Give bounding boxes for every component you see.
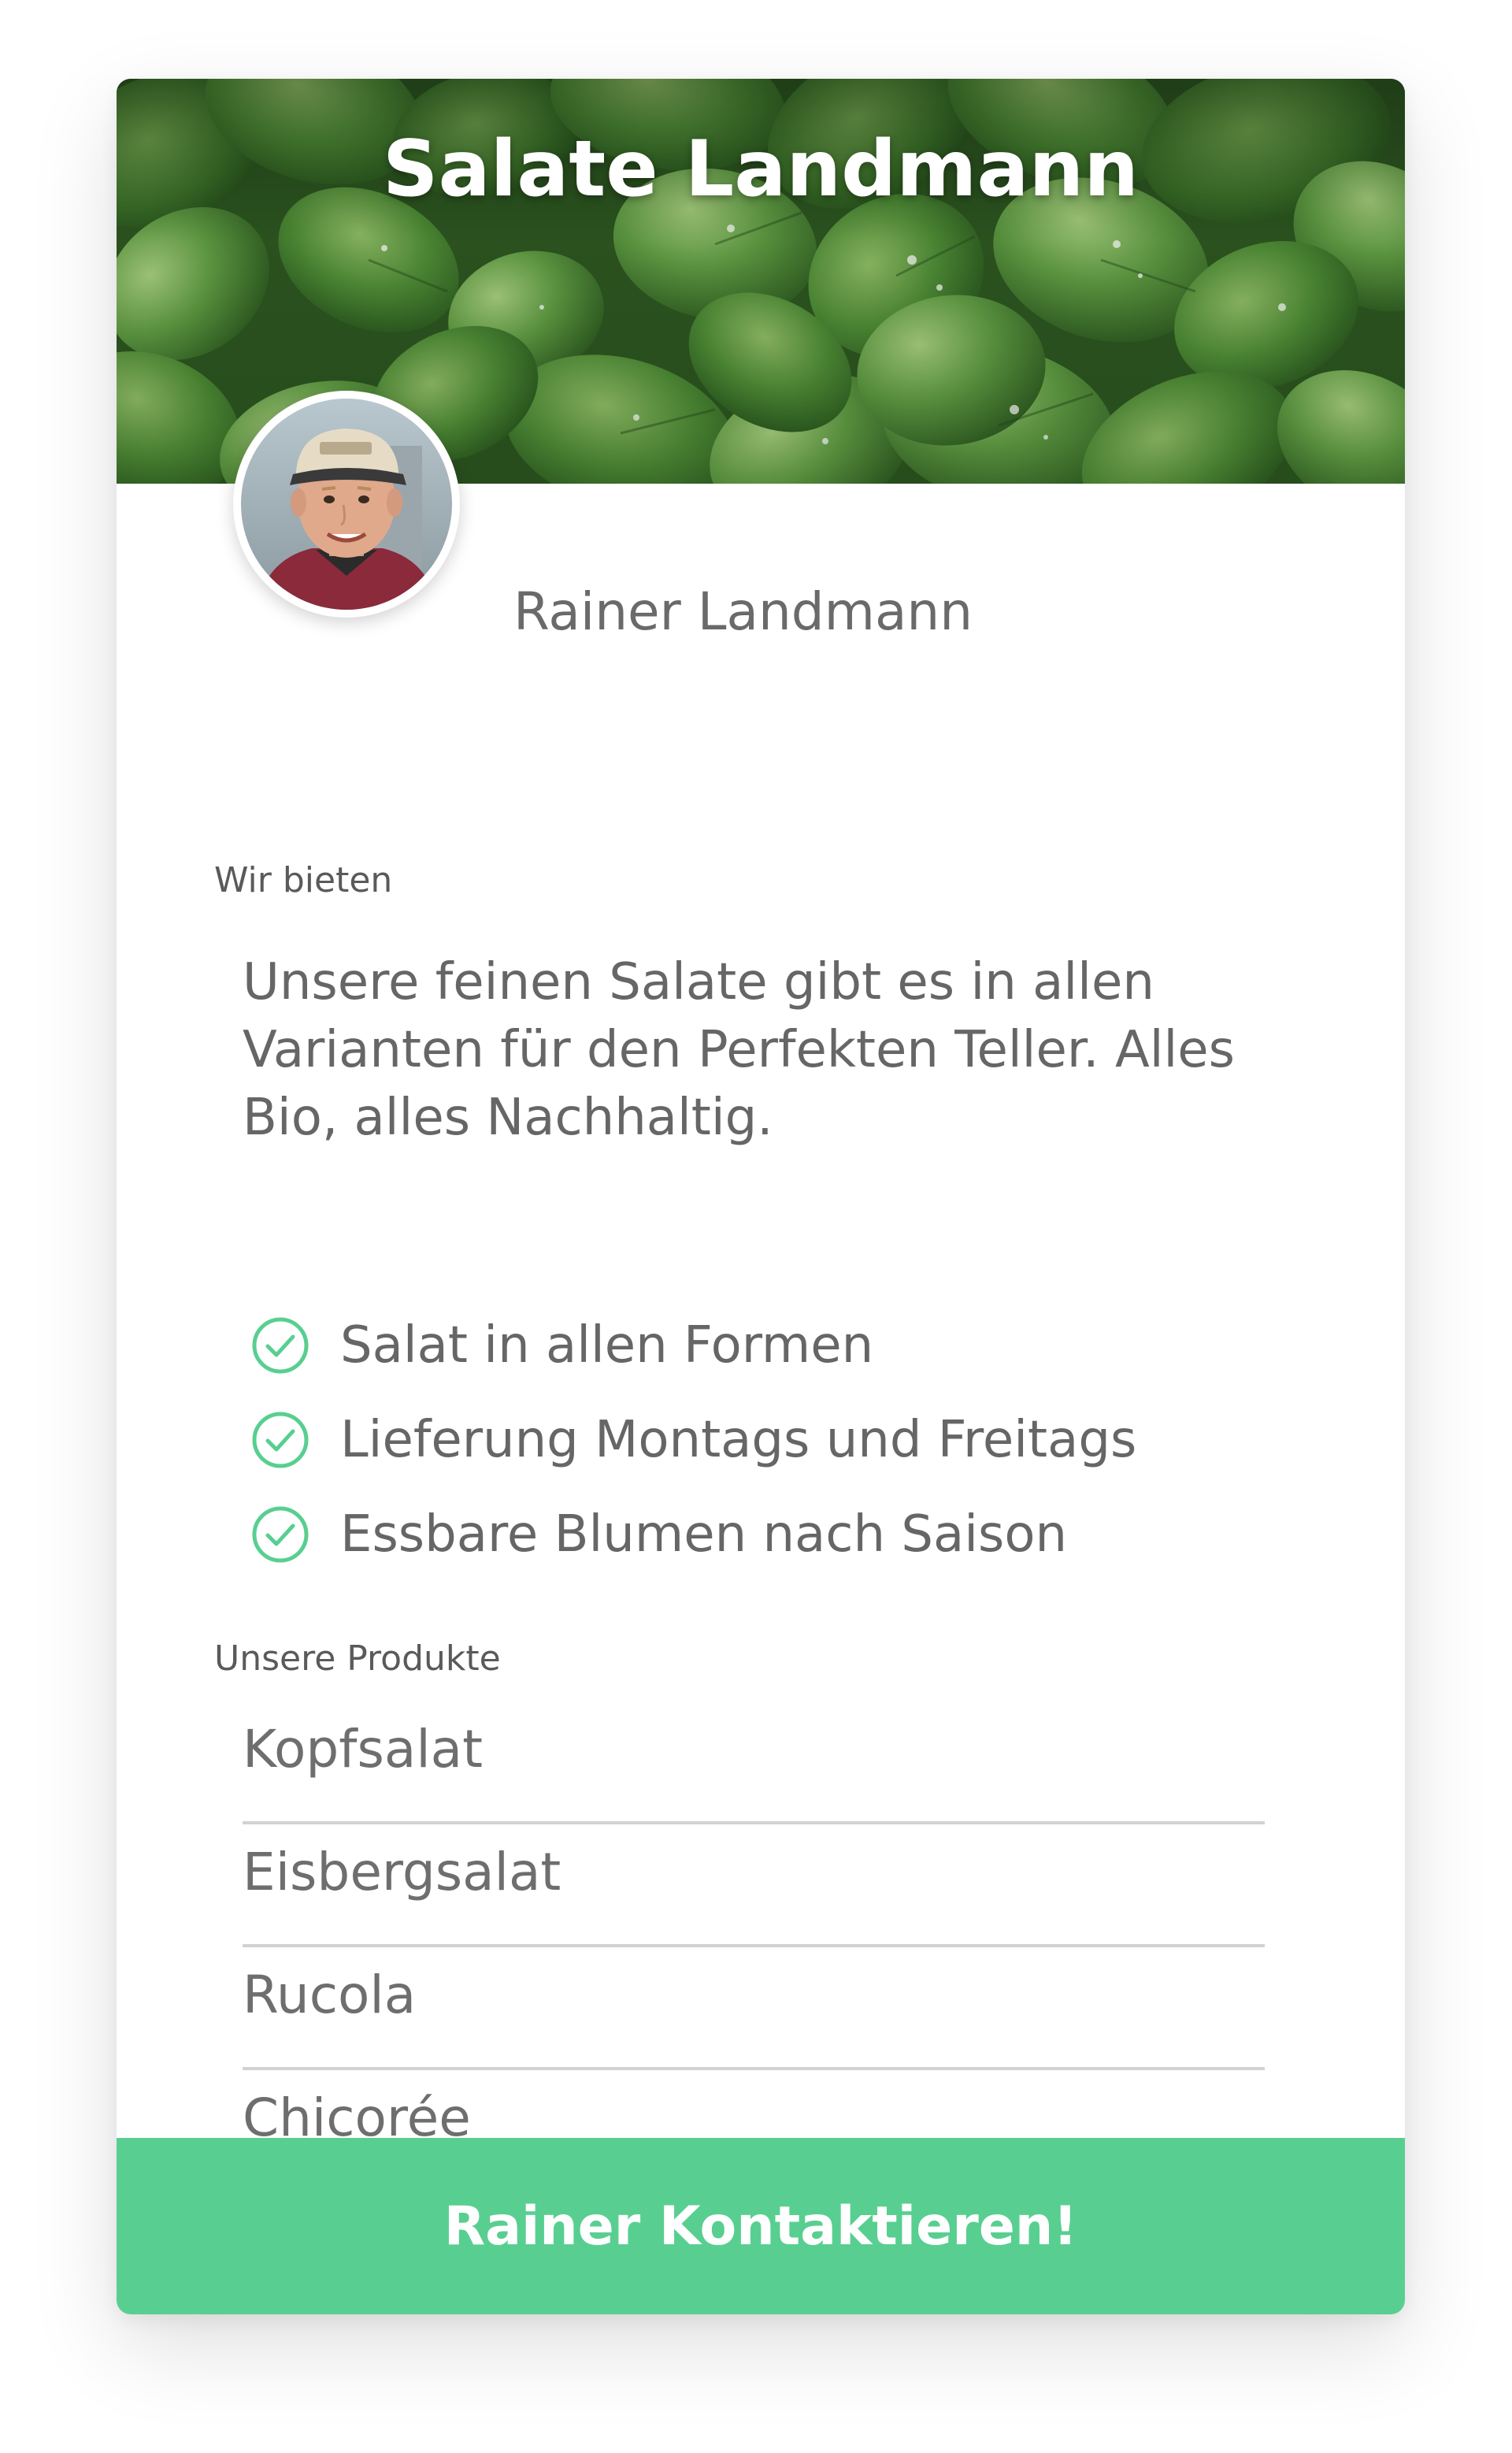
product-name: Kopfsalat [243, 1719, 483, 1779]
feature-item: Essbare Blumen nach Saison [250, 1487, 1136, 1582]
contact-button[interactable]: Rainer Kontaktieren! [117, 2138, 1405, 2314]
feature-text: Lieferung Montags und Freitags [340, 1411, 1137, 1469]
product-list: Kopfsalat Eisbergsalat Rucola Chicorée [243, 1703, 1265, 2195]
farmer-name: Rainer Landmann [513, 581, 973, 642]
farmer-profile-card: Salate Landmann Rainer Landmann Wir biet… [117, 79, 1405, 2314]
list-item: Eisbergsalat [243, 1826, 1265, 1947]
farmer-portrait [241, 399, 452, 610]
feature-text: Salat in allen Formen [340, 1316, 874, 1375]
check-circle-icon [252, 1317, 309, 1374]
feature-item: Lieferung Montags und Freitags [250, 1393, 1136, 1487]
feature-list: Salat in allen Formen Lieferung Montags … [250, 1298, 1136, 1582]
list-item: Rucola [243, 1949, 1265, 2070]
product-name: Rucola [243, 1965, 417, 2025]
feature-text: Essbare Blumen nach Saison [340, 1505, 1068, 1564]
avatar [233, 391, 460, 618]
product-name: Eisbergsalat [243, 1842, 561, 1902]
offer-section-label: Wir bieten [214, 860, 393, 900]
check-circle-icon [252, 1506, 309, 1563]
check-circle-icon [252, 1412, 309, 1468]
list-item: Kopfsalat [243, 1703, 1265, 1824]
products-section-label: Unsere Produkte [214, 1638, 501, 1679]
page-title: Salate Landmann [382, 124, 1140, 214]
feature-item: Salat in allen Formen [250, 1298, 1136, 1393]
offer-description: Unsere feinen Salate gibt es in allen Va… [243, 953, 1235, 1147]
